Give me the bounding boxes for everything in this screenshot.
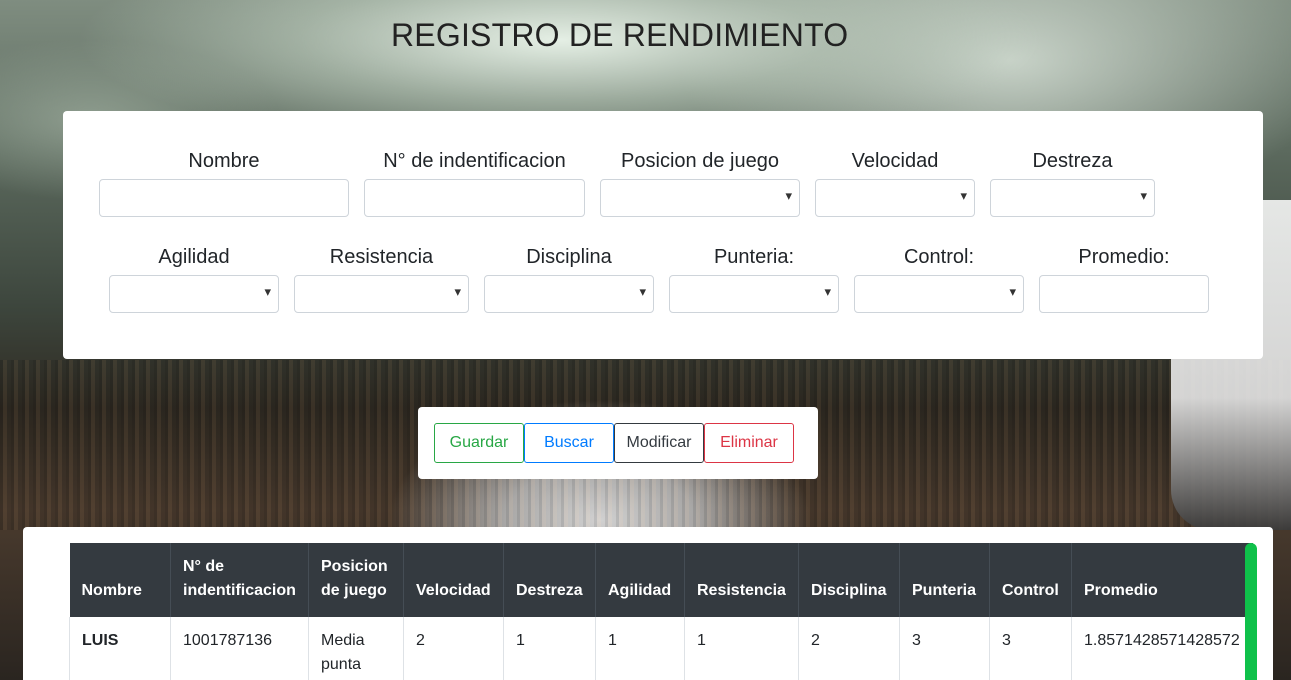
- posicion-label: Posicion de juego: [621, 150, 779, 172]
- nombre-input[interactable]: [99, 179, 349, 217]
- resistencia-select[interactable]: [294, 275, 469, 313]
- field-promedio: Promedio:: [1039, 245, 1209, 313]
- cell-agilidad: 1: [595, 617, 685, 680]
- th-agilidad: Agilidad: [595, 543, 685, 617]
- cell-posicion: Media punta: [308, 617, 404, 680]
- cell-posicion-line1: Media: [321, 632, 365, 649]
- field-destreza: Destreza: [990, 149, 1155, 217]
- th-identificacion-line1: N° de: [183, 558, 225, 575]
- cell-control: 3: [989, 617, 1072, 680]
- results-card: Nombre N° de indentificacion Posicion de j…: [23, 527, 1273, 680]
- cell-destreza: 1: [503, 617, 596, 680]
- th-posicion-line1: Posicion: [321, 558, 388, 575]
- velocidad-select[interactable]: [815, 179, 975, 217]
- th-control: Control: [989, 543, 1072, 617]
- modificar-button[interactable]: Modificar: [614, 423, 704, 463]
- control-select[interactable]: [854, 275, 1024, 313]
- field-disciplina: Disciplina: [484, 245, 654, 313]
- disciplina-select[interactable]: [484, 275, 654, 313]
- cell-identificacion: 1001787136: [170, 617, 309, 680]
- posicion-select[interactable]: [600, 179, 800, 217]
- th-resistencia: Resistencia: [684, 543, 799, 617]
- field-punteria: Punteria:: [669, 245, 839, 313]
- th-punteria: Punteria: [899, 543, 990, 617]
- cell-nombre: LUIS: [69, 617, 171, 680]
- control-label: Control:: [903, 246, 975, 268]
- th-identificacion: N° de indentificacion: [170, 543, 309, 617]
- th-identificacion-line2: indentificacion: [183, 582, 296, 599]
- field-resistencia: Resistencia: [294, 245, 469, 313]
- promedio-label: Promedio:: [1078, 246, 1170, 268]
- cell-promedio: 1.8571428571428572: [1071, 617, 1253, 680]
- table-header-row: Nombre N° de indentificacion Posicion de j…: [69, 543, 1253, 617]
- actions-card: Guardar Buscar Modificar Eliminar: [418, 407, 818, 479]
- th-posicion-line2: de juego: [321, 582, 387, 599]
- eliminar-button[interactable]: Eliminar: [704, 423, 794, 463]
- th-velocidad: Velocidad: [403, 543, 504, 617]
- form-card: Nombre N° de indentificacion Posicion de…: [63, 111, 1263, 359]
- destreza-select[interactable]: [990, 179, 1155, 217]
- field-nombre: Nombre: [99, 149, 349, 217]
- promedio-input[interactable]: [1039, 275, 1209, 313]
- cell-resistencia: 1: [684, 617, 799, 680]
- guardar-button[interactable]: Guardar: [434, 423, 524, 463]
- nombre-label: Nombre: [188, 150, 260, 172]
- field-control: Control:: [854, 245, 1024, 313]
- field-identificacion: N° de indentificacion: [364, 149, 585, 217]
- buscar-button[interactable]: Buscar: [524, 423, 614, 463]
- field-velocidad: Velocidad: [815, 149, 975, 217]
- field-posicion: Posicion de juego: [600, 149, 800, 217]
- page-title: REGISTRO DE RENDIMIENTO: [391, 17, 849, 53]
- punteria-select[interactable]: [669, 275, 839, 313]
- cell-posicion-line2: punta: [321, 656, 362, 673]
- resistencia-label: Resistencia: [329, 246, 434, 268]
- agilidad-select[interactable]: [109, 275, 279, 313]
- identificacion-input[interactable]: [364, 179, 585, 217]
- field-agilidad: Agilidad: [109, 245, 279, 313]
- identificacion-label: N° de indentificacion: [383, 150, 566, 172]
- results-table: Nombre N° de indentificacion Posicion de j…: [69, 543, 1253, 680]
- agilidad-label: Agilidad: [158, 246, 230, 268]
- punteria-label: Punteria:: [713, 246, 795, 268]
- disciplina-label: Disciplina: [526, 246, 612, 268]
- th-destreza: Destreza: [503, 543, 596, 617]
- table-scrollbar[interactable]: [1245, 543, 1257, 680]
- cell-velocidad: 2: [403, 617, 504, 680]
- destreza-label: Destreza: [1032, 150, 1113, 172]
- table-row[interactable]: LUIS 1001787136 Media punta 2 1 1 1 2 3 3…: [69, 617, 1253, 680]
- th-posicion: Posicion de juego: [308, 543, 404, 617]
- th-promedio: Promedio: [1071, 543, 1253, 617]
- velocidad-label: Velocidad: [851, 150, 939, 172]
- th-disciplina: Disciplina: [798, 543, 900, 617]
- cell-disciplina: 2: [798, 617, 900, 680]
- cell-punteria: 3: [899, 617, 990, 680]
- th-nombre: Nombre: [69, 543, 171, 617]
